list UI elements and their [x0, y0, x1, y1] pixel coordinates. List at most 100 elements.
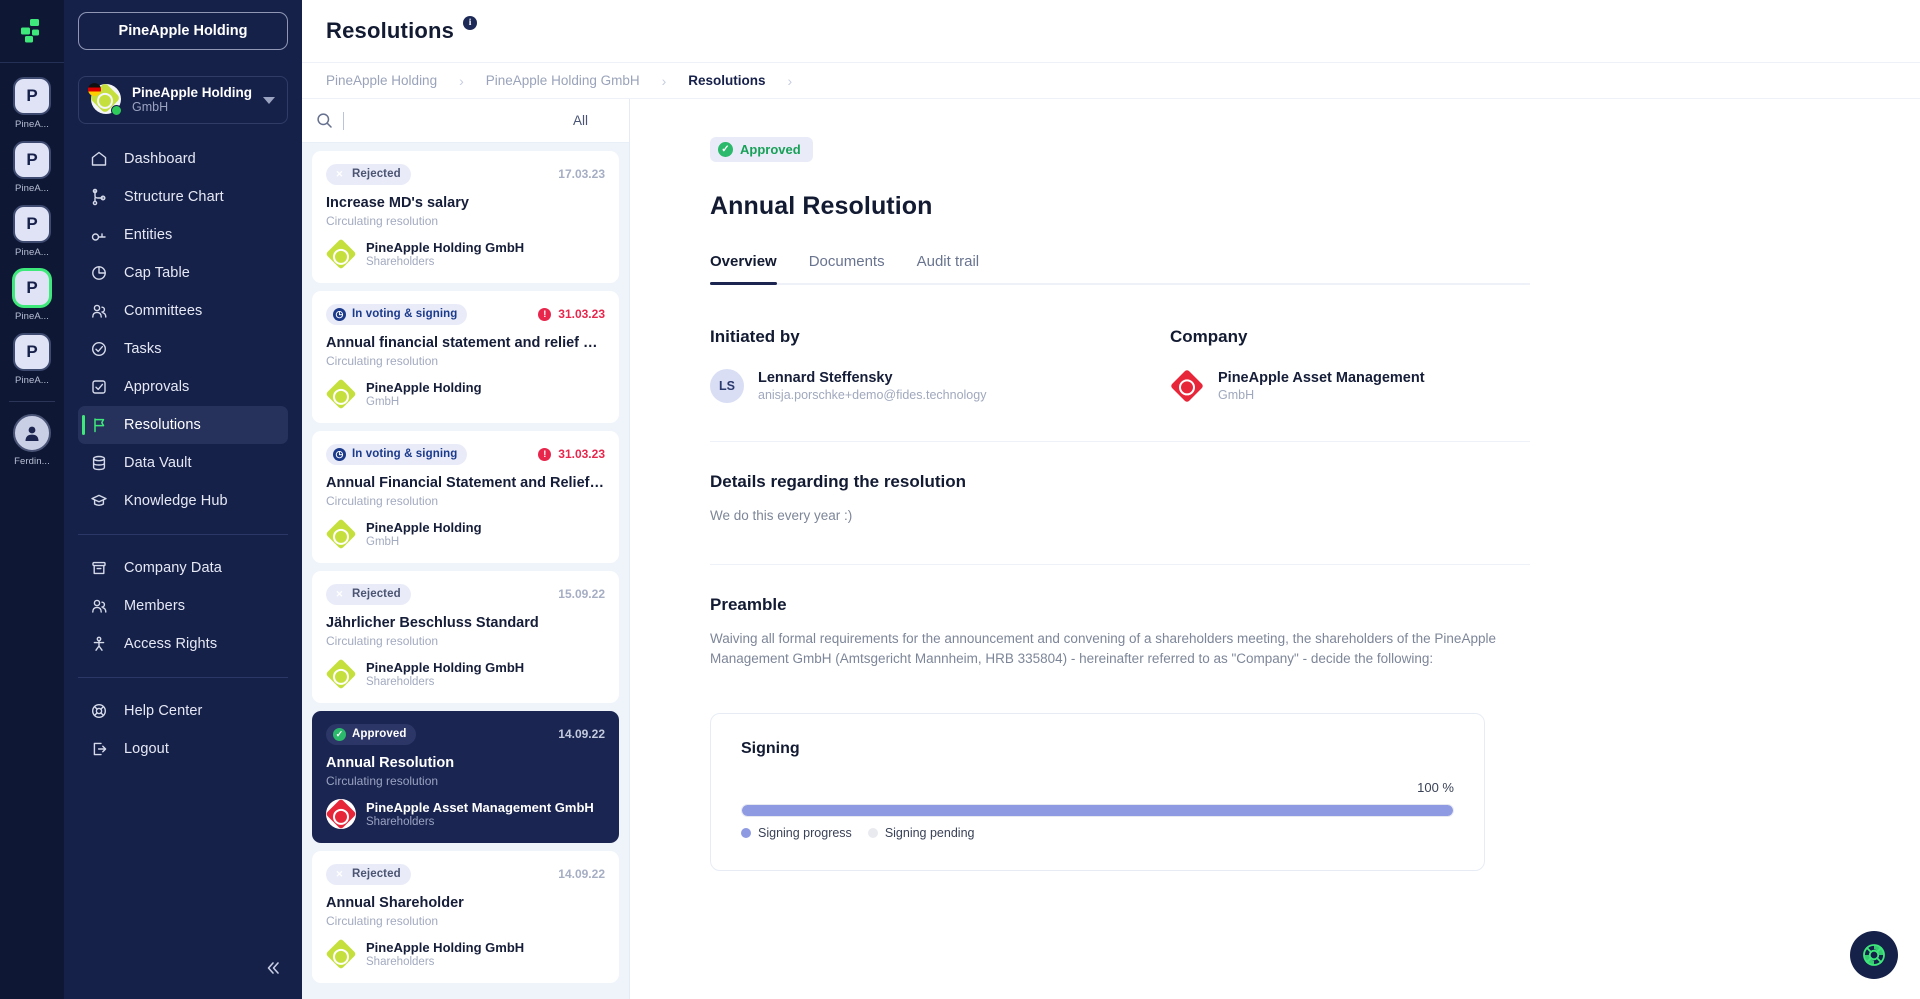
sidebar-item-approvals[interactable]: Approvals — [78, 368, 288, 406]
signing-legend: Signing progressSigning pending — [741, 826, 1454, 840]
breadcrumb-item: Resolutions — [688, 73, 765, 88]
check-circle-icon — [90, 340, 108, 358]
graduation-cap-icon — [90, 492, 108, 510]
rail-avatar-label: PineA... — [15, 119, 49, 130]
pie-chart-icon — [90, 264, 112, 282]
rail-avatar-item[interactable]: PPineA... — [13, 269, 51, 322]
details-heading: Details regarding the resolution — [710, 472, 1530, 492]
initiator-email: anisja.porschke+demo@fides.technology — [758, 388, 986, 402]
collapse-sidebar-button[interactable] — [258, 953, 288, 983]
app-root: PPineA...PPineA...PPineA...PPineA...PPin… — [0, 0, 1920, 999]
avatar[interactable]: P — [13, 141, 51, 179]
logout-icon — [90, 740, 108, 758]
card-org-role: Shareholders — [366, 676, 524, 688]
sidebar-item-members[interactable]: Members — [78, 587, 288, 625]
entity-legal-form: GmbH — [132, 100, 263, 115]
company-block: Company PineApple Asset Management GmbH — [1170, 327, 1530, 403]
avatar[interactable]: P — [13, 269, 51, 307]
card-status-label: In voting & signing — [352, 448, 457, 460]
check-circle-icon — [90, 340, 112, 358]
sidebar-item-knowledge-hub[interactable]: Knowledge Hub — [78, 482, 288, 520]
clock-icon: ◷ — [333, 448, 346, 461]
signing-progress-fill — [742, 805, 1453, 816]
entity-selector[interactable]: PineApple Holding GmbH — [78, 76, 288, 124]
entities-icon — [90, 226, 112, 244]
card-org-name: PineApple Holding — [366, 520, 482, 535]
sidebar-item-label: Company Data — [124, 560, 222, 576]
flag-icon — [90, 416, 112, 434]
tab-overview[interactable]: Overview — [710, 253, 777, 283]
sidebar-item-company-data[interactable]: Company Data — [78, 549, 288, 587]
avatar[interactable]: P — [13, 205, 51, 243]
structure-chart-icon — [90, 188, 112, 206]
rail-user-item[interactable]: Ferdin... — [13, 414, 51, 467]
x-circle-icon: ✕ — [333, 868, 346, 881]
sidebar-item-entities[interactable]: Entities — [78, 216, 288, 254]
rail-avatar-label: PineA... — [15, 247, 49, 258]
sidebar-item-committees[interactable]: Committees — [78, 292, 288, 330]
archive-icon — [90, 559, 112, 577]
resolution-card[interactable]: ✕Rejected14.09.22Annual ShareholderCircu… — [312, 851, 619, 983]
sidebar-item-label: Approvals — [124, 379, 189, 395]
avatar[interactable]: P — [13, 77, 51, 115]
company-heading: Company — [1170, 327, 1530, 347]
sidebar-item-access-rights[interactable]: Access Rights — [78, 625, 288, 663]
list-filter-dropdown[interactable]: All — [573, 113, 611, 128]
rail-divider — [9, 401, 55, 402]
sidebar-item-tasks[interactable]: Tasks — [78, 330, 288, 368]
detail-summary-row: Initiated by LS Lennard Steffensky anisj… — [710, 327, 1530, 403]
info-icon[interactable]: i — [463, 16, 477, 30]
resolution-card[interactable]: ✓Approved14.09.22Annual ResolutionCircul… — [312, 711, 619, 843]
avatar[interactable]: P — [13, 333, 51, 371]
search-input[interactable] — [343, 112, 573, 130]
card-status-badge: ◷ In voting & signing — [326, 444, 467, 465]
user-avatar-icon[interactable] — [13, 414, 51, 452]
rail-avatar-item[interactable]: PPineA... — [13, 333, 51, 386]
rail-avatar-item[interactable]: P PineA... — [13, 205, 51, 258]
rail-avatar-label: PineA... — [15, 183, 49, 194]
check-circle-icon: ✓ — [718, 142, 733, 157]
resolution-card[interactable]: ◷In voting & signing!31.03.23Annual Fina… — [312, 431, 619, 563]
breadcrumb: PineApple Holding › PineApple Holding GmbH… — [302, 62, 1920, 99]
chevron-down-icon[interactable] — [263, 97, 275, 104]
sidebar-item-label: Resolutions — [124, 417, 201, 433]
breadcrumb-item[interactable]: PineApple Holding — [326, 73, 437, 88]
red-diamond-logo-icon — [326, 799, 356, 829]
sidebar-item-cap-table[interactable]: Cap Table — [78, 254, 288, 292]
check-square-icon — [90, 378, 108, 396]
sidebar-item-help-center[interactable]: Help Center — [78, 692, 288, 730]
help-fab-button[interactable] — [1850, 931, 1898, 979]
pie-chart-icon — [90, 264, 108, 282]
card-date: 14.09.22 — [558, 867, 605, 881]
search-icon[interactable] — [316, 112, 333, 129]
card-org-role: Shareholders — [366, 956, 524, 968]
tab-audit-trail[interactable]: Audit trail — [917, 253, 980, 283]
alert-icon: ! — [538, 448, 551, 461]
sidebar-item-label: Logout — [124, 741, 169, 757]
resolution-title: Annual Resolution — [710, 192, 1530, 221]
legend-item: Signing progress — [741, 826, 852, 840]
initiator: LS Lennard Steffensky anisja.porschke+de… — [710, 369, 1170, 403]
breadcrumb-item[interactable]: PineApple Holding GmbH — [486, 73, 640, 88]
sidebar-item-dashboard[interactable]: Dashboard — [78, 140, 288, 178]
resolution-card[interactable]: ✕Rejected15.09.22Jährlicher Beschluss St… — [312, 571, 619, 703]
app-logo[interactable] — [0, 0, 64, 62]
rail-avatar-item[interactable]: P PineA... — [13, 141, 51, 194]
resolution-card[interactable]: ◷In voting & signing!31.03.23Annual fina… — [312, 291, 619, 423]
sidebar-item-label: Structure Chart — [124, 189, 224, 205]
chevron-right-icon: › — [662, 73, 667, 89]
card-org-name: PineApple Holding GmbH — [366, 940, 524, 955]
sidebar-item-logout[interactable]: Logout — [78, 730, 288, 768]
rail-avatar-item[interactable]: P PineA... — [13, 77, 51, 130]
tab-documents[interactable]: Documents — [809, 253, 885, 283]
org-switch-button[interactable]: PineApple Holding — [78, 12, 288, 50]
resolution-card[interactable]: ✕Rejected17.03.23Increase MD's salaryCir… — [312, 151, 619, 283]
sidebar-item-resolutions[interactable]: Resolutions — [78, 406, 288, 444]
initiator-name: Lennard Steffensky — [758, 370, 986, 386]
list-filter-label: All — [573, 113, 588, 128]
sidebar-item-structure-chart[interactable]: Structure Chart — [78, 178, 288, 216]
sidebar-item-data-vault[interactable]: Data Vault — [78, 444, 288, 482]
check-circle-icon: ✓ — [333, 728, 346, 741]
page-header: Resolutions i — [302, 0, 1920, 62]
card-status-label: Rejected — [352, 588, 401, 600]
